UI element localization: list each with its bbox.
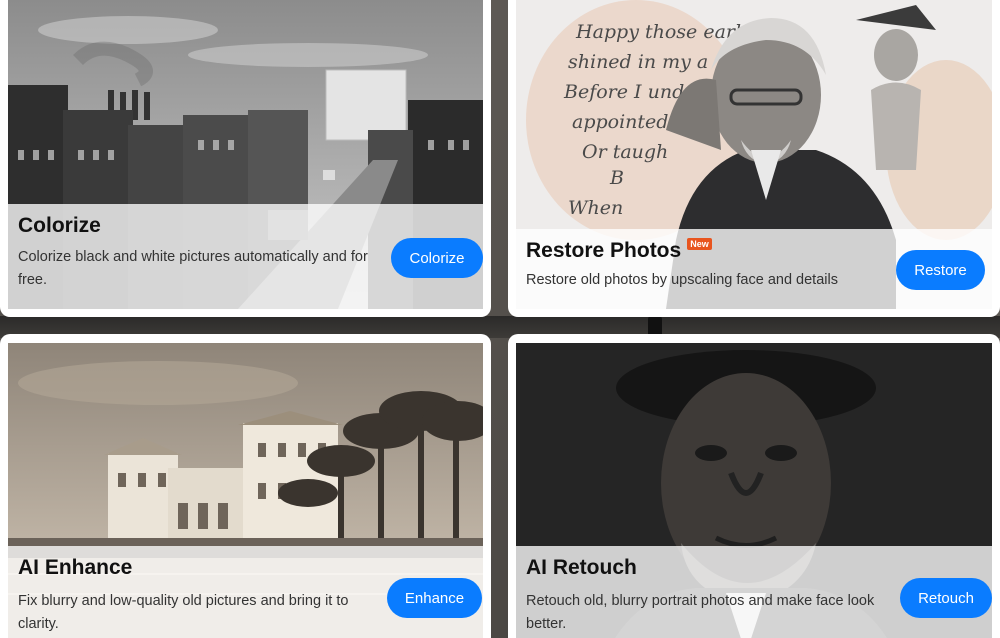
poem-line: Before I unde (563, 81, 695, 103)
poem-line: B (609, 167, 624, 189)
card-restore-photos: Happy those early shined in my a Before … (508, 0, 1000, 317)
card-title: AI Retouch (526, 556, 637, 579)
card-ai-retouch: AI Retouch Retouch old, blurry portrait … (508, 334, 1000, 638)
card-colorize: Colorize Colorize black and white pictur… (0, 0, 491, 317)
card-title: Restore Photos (526, 239, 682, 262)
poem-line: Happy those early (575, 21, 752, 43)
retouch-button[interactable]: Retouch (900, 578, 992, 618)
card-description: Fix blurry and low-quality old pictures … (18, 593, 349, 632)
card-title: Colorize (18, 214, 101, 237)
card-description: Retouch old, blurry portrait photos and … (526, 593, 875, 632)
card-title: AI Enhance (18, 556, 133, 579)
poem-line: Or taugh (582, 141, 668, 163)
new-badge: New (687, 238, 712, 250)
poem-line: When (568, 197, 623, 219)
colorize-button[interactable]: Colorize (391, 238, 483, 278)
card-ai-enhance: AI Enhance Fix blurry and low-quality ol… (0, 334, 491, 638)
enhance-button[interactable]: Enhance (387, 578, 482, 618)
poem-line: shined in my a (568, 51, 708, 73)
restore-button[interactable]: Restore (896, 250, 985, 290)
card-description: Colorize black and white pictures automa… (18, 249, 368, 288)
